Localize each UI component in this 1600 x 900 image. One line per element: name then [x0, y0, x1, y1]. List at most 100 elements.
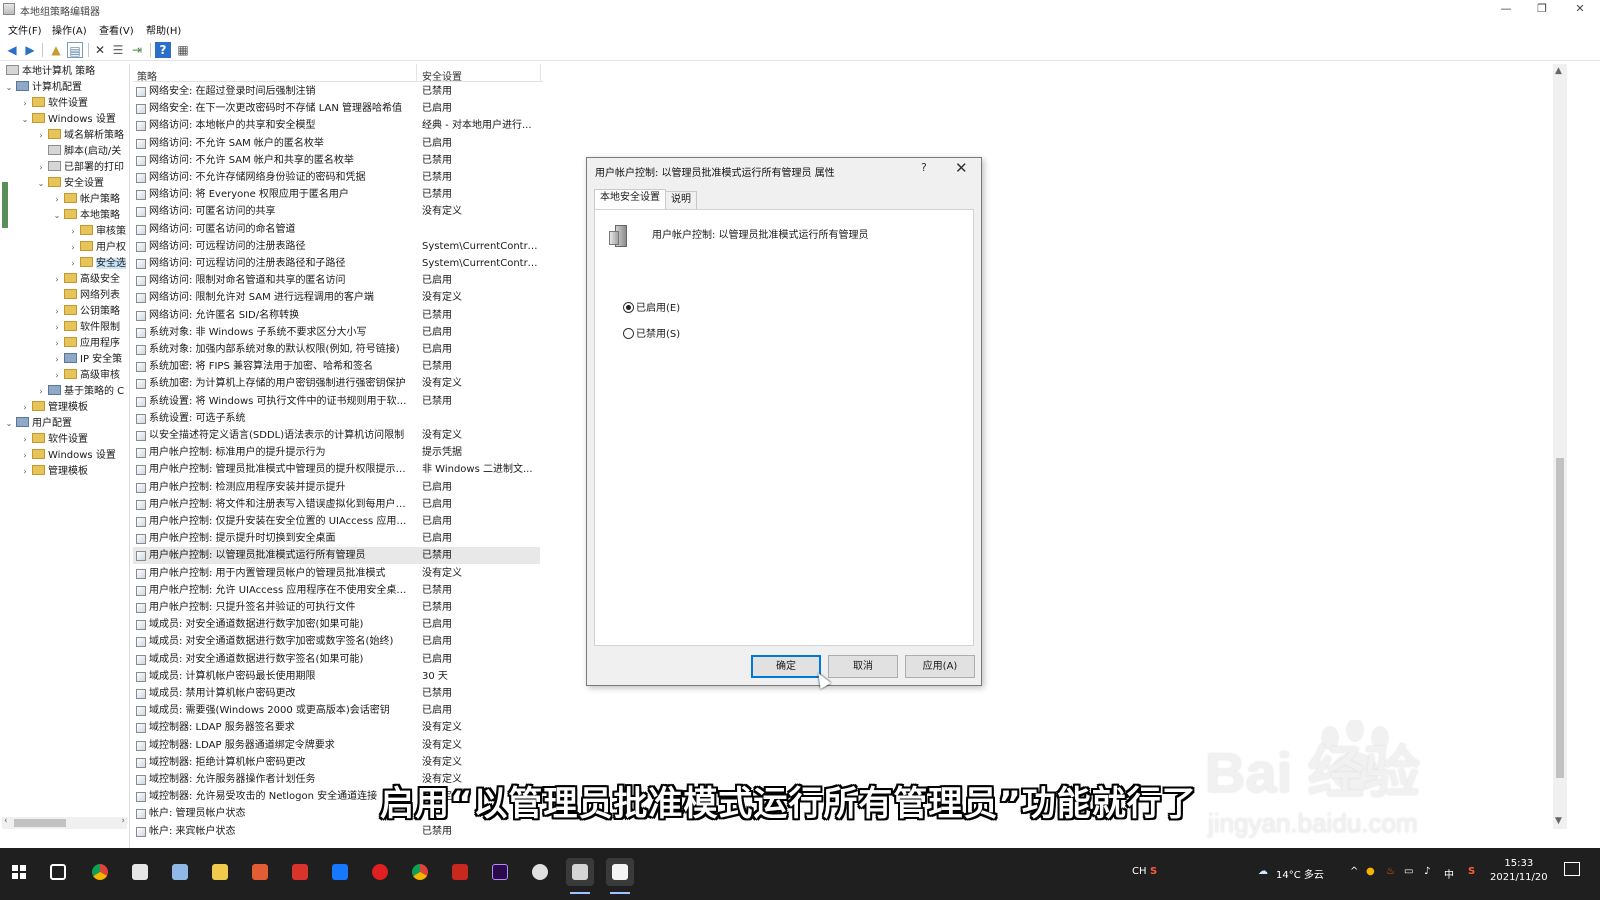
weather-cloud-icon[interactable]: ☁: [1258, 866, 1268, 877]
tab-local-security[interactable]: 本地安全设置: [594, 189, 666, 210]
ime-indicator[interactable]: 中: [1444, 866, 1454, 881]
radio-enabled[interactable]: 已启用(E): [623, 299, 680, 314]
cancel-button[interactable]: 取消: [828, 655, 898, 678]
up-folder-icon[interactable]: ▲: [48, 42, 64, 58]
view-icon[interactable]: ▦: [175, 42, 191, 58]
tree-horizontal-scrollbar[interactable]: ‹ ›: [2, 816, 127, 829]
apply-button[interactable]: 应用(A): [905, 655, 975, 678]
table-row[interactable]: 网络访问: 限制对命名管道和共享的匿名访问 已启用: [133, 272, 540, 289]
collapse-icon[interactable]: ⌄: [36, 176, 46, 192]
tree-windows-settings[interactable]: ⌄ Windows 设置: [20, 112, 116, 128]
back-icon[interactable]: ◀: [4, 42, 20, 58]
scroll-right-icon[interactable]: ›: [121, 816, 125, 826]
expand-icon[interactable]: ›: [68, 224, 78, 240]
export-icon[interactable]: ⇥: [129, 42, 145, 58]
tree-user-rights[interactable]: › 用户权: [68, 240, 126, 256]
menu-action[interactable]: 操作(A): [52, 22, 87, 37]
radio-disabled-circle[interactable]: [623, 328, 634, 339]
tree-dns-policy[interactable]: › 域名解析策略: [36, 128, 124, 144]
weather-text[interactable]: 14°C 多云: [1276, 866, 1324, 881]
wps-icon[interactable]: [286, 858, 314, 886]
expand-icon[interactable]: ›: [36, 160, 46, 176]
table-row[interactable]: 域成员: 对安全通道数据进行数字签名(如果可能) 已启用: [133, 651, 540, 668]
expand-icon[interactable]: ›: [20, 448, 30, 464]
collapse-icon[interactable]: ⌄: [4, 416, 14, 432]
volume-icon[interactable]: ♪: [1424, 866, 1430, 877]
expand-icon[interactable]: ›: [20, 400, 30, 416]
show-tree-icon[interactable]: ▤: [67, 42, 83, 58]
input-method-indicator[interactable]: CH: [1132, 866, 1147, 877]
collapse-icon[interactable]: ⌄: [20, 112, 30, 128]
ok-button[interactable]: 确定: [751, 655, 821, 678]
close-button[interactable]: ✕: [1562, 0, 1598, 18]
table-row[interactable]: 网络访问: 不允许 SAM 帐户和共享的匿名枚举 已禁用: [133, 152, 540, 169]
table-row[interactable]: 系统设置: 将 Windows 可执行文件中的证书规则用于软件... 已禁用: [133, 393, 540, 410]
table-row[interactable]: 网络访问: 可远程访问的注册表路径 System\CurrentContro...: [133, 238, 540, 255]
tree-software-restriction[interactable]: › 软件限制: [52, 320, 120, 336]
task-view-icon[interactable]: [44, 858, 72, 886]
expand-icon[interactable]: ›: [52, 272, 62, 288]
tree-advanced-audit[interactable]: › 高级审核: [52, 368, 120, 384]
expand-icon[interactable]: ›: [52, 336, 62, 352]
radio-disabled[interactable]: 已禁用(S): [623, 325, 680, 340]
radio-enabled-circle[interactable]: [623, 302, 634, 313]
table-row[interactable]: 网络访问: 限制允许对 SAM 进行远程调用的客户端 没有定义: [133, 289, 540, 306]
dialog-help-button[interactable]: ?: [921, 161, 927, 174]
arc-app-icon[interactable]: [526, 858, 554, 886]
tree-account-policies[interactable]: › 帐户策略: [52, 192, 120, 208]
expand-icon[interactable]: ›: [20, 464, 30, 480]
tray-fire-icon[interactable]: ♨: [1386, 866, 1395, 877]
tree-qos[interactable]: › 基于策略的 C: [36, 384, 124, 400]
table-row[interactable]: 域成员: 禁用计算机帐户密码更改 已禁用: [133, 685, 540, 702]
expand-icon[interactable]: ›: [68, 256, 78, 272]
collapse-icon[interactable]: ⌄: [4, 80, 14, 96]
properties-icon[interactable]: ☰: [110, 42, 126, 58]
table-row[interactable]: 系统设置: 可选子系统: [133, 410, 540, 427]
table-row[interactable]: 网络访问: 允许匿名 SID/名称转换 已禁用: [133, 307, 540, 324]
help-icon[interactable]: ?: [155, 42, 171, 58]
expand-icon[interactable]: ›: [52, 304, 62, 320]
tree-network-list[interactable]: 网络列表: [52, 288, 120, 304]
table-row[interactable]: 域成员: 计算机帐户密码最长使用期限 30 天: [133, 668, 540, 685]
vertical-scrollbar[interactable]: ▲ ▼: [1553, 64, 1567, 829]
column-divider[interactable]: [540, 64, 541, 82]
tree-user-config[interactable]: ⌄ 用户配置: [4, 416, 72, 432]
tree-security-settings[interactable]: ⌄ 安全设置: [36, 176, 104, 192]
tree-audit[interactable]: › 审核策: [68, 224, 126, 240]
tab-explain[interactable]: 说明: [665, 191, 697, 209]
table-row[interactable]: 网络访问: 本地帐户的共享和安全模型 经典 - 对本地用户进行...: [133, 117, 540, 134]
tree-root[interactable]: 本地计算机 策略: [4, 64, 95, 80]
table-row[interactable]: 用户帐户控制: 用于内置管理员帐户的管理员批准模式 没有定义: [133, 565, 540, 582]
menu-view[interactable]: 查看(V): [99, 22, 134, 37]
table-row[interactable]: 系统对象: 非 Windows 子系统不要求区分大小写 已启用: [133, 324, 540, 341]
tree-deployed-printers[interactable]: › 已部署的打印: [36, 160, 124, 176]
office-icon[interactable]: [126, 858, 154, 886]
table-row[interactable]: 网络安全: 在下一次更改密码时不存储 LAN 管理器哈希值 已启用: [133, 100, 540, 117]
table-row[interactable]: 域成员: 对安全通道数据进行数字加密或数字签名(始终) 已启用: [133, 633, 540, 650]
expand-icon[interactable]: ›: [20, 96, 30, 112]
scroll-thumb[interactable]: [1556, 458, 1564, 778]
table-row[interactable]: 以安全描述符定义语言(SDDL)语法表示的计算机访问限制 没有定义: [133, 427, 540, 444]
scroll-thumb[interactable]: [14, 819, 66, 827]
tree-public-key[interactable]: › 公钥策略: [52, 304, 120, 320]
network-icon[interactable]: ▭: [1404, 866, 1413, 877]
collapse-icon[interactable]: ⌄: [52, 208, 62, 224]
table-row[interactable]: 网络访问: 将 Everyone 权限应用于匿名用户 已禁用: [133, 186, 540, 203]
column-header-policy[interactable]: 策略: [137, 68, 157, 83]
scroll-down-icon[interactable]: ▼: [1555, 816, 1562, 826]
table-row[interactable]: 用户帐户控制: 将文件和注册表写入错误虚拟化到每用户位置 已启用: [133, 496, 540, 513]
show-hidden-icons[interactable]: ^: [1350, 866, 1358, 877]
notification-icon[interactable]: [1564, 862, 1580, 876]
table-row[interactable]: 用户帐户控制: 仅提升安装在安全位置的 UIAccess 应用程序 已启用: [133, 513, 540, 530]
table-row[interactable]: 帐户: 来宾帐户状态 已禁用: [133, 823, 540, 840]
table-row[interactable]: 用户帐户控制: 允许 UIAccess 应用程序在不使用安全桌面... 已禁用: [133, 582, 540, 599]
menu-help[interactable]: 帮助(H): [146, 22, 181, 37]
tray-app-icon[interactable]: ●: [1366, 866, 1375, 877]
sogou-icon[interactable]: S: [1150, 866, 1157, 877]
table-row[interactable]: 用户帐户控制: 检测应用程序安装并提示提升 已启用: [133, 479, 540, 496]
table-row[interactable]: 网络访问: 可远程访问的注册表路径和子路径 System\CurrentContr…: [133, 255, 540, 272]
table-row[interactable]: 域成员: 对安全通道数据进行数字加密(如果可能) 已启用: [133, 616, 540, 633]
table-row[interactable]: 网络访问: 可匿名访问的命名管道: [133, 221, 540, 238]
tree-scripts[interactable]: 脚本(启动/关: [36, 144, 121, 160]
expand-icon[interactable]: ›: [36, 384, 46, 400]
